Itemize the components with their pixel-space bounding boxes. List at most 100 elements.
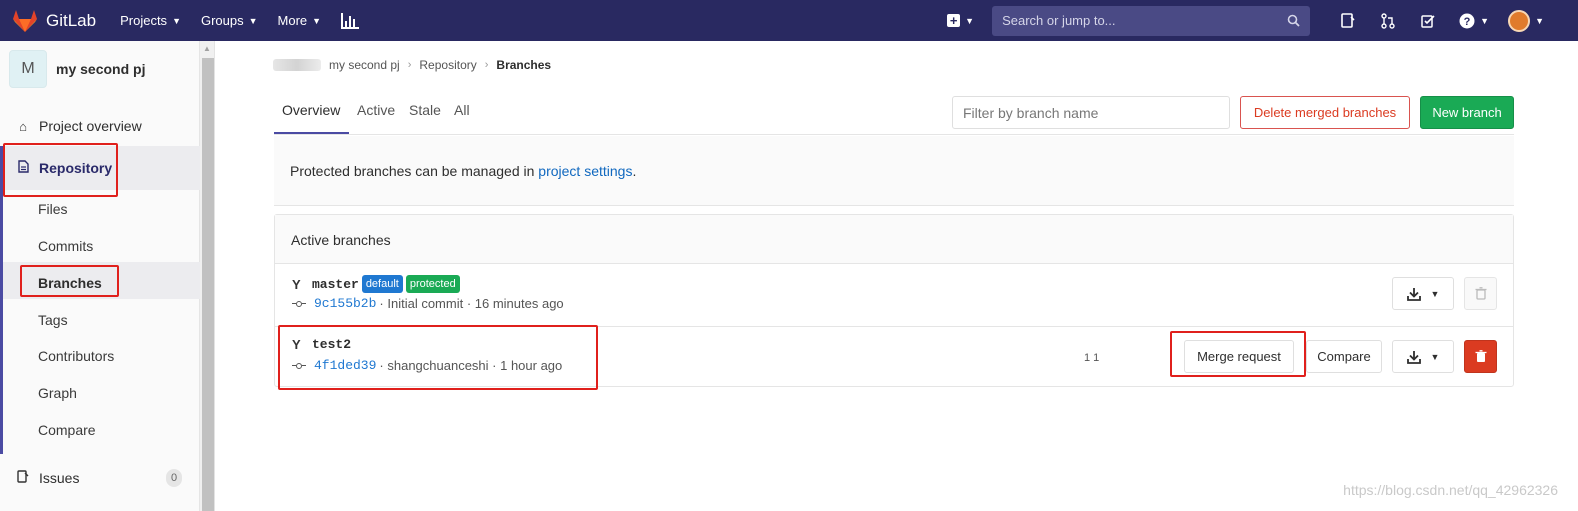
commit-message: · Initial commit · 16 minutes ago [379, 296, 564, 311]
active-section-indicator [0, 146, 3, 454]
sidebar-item-label: Repository [39, 160, 113, 176]
branch-fork-icon: Y [292, 337, 301, 352]
merge-requests-nav-button[interactable] [1379, 12, 1397, 30]
merge-request-button[interactable]: Merge request [1184, 340, 1294, 373]
project-header[interactable]: M my second pj [9, 50, 145, 88]
sidebar-subitem-tags[interactable]: Tags [38, 312, 68, 328]
download-dropdown-button[interactable]: ▼ [1392, 277, 1454, 310]
project-avatar: M [9, 50, 47, 88]
default-badge: default [361, 275, 403, 293]
issues-count-badge: 0 [166, 469, 182, 487]
sidebar-subitem-commits[interactable]: Commits [38, 238, 93, 254]
gitlab-logo[interactable]: GitLab [12, 9, 96, 33]
sidebar-subitem-compare[interactable]: Compare [38, 422, 96, 438]
nav-projects-label: Projects [120, 13, 168, 28]
commit-message: · shangchuanceshi · 1 hour ago [379, 358, 563, 373]
chevron-right-icon: › [484, 59, 489, 71]
branch-filter-input[interactable] [952, 96, 1230, 129]
panel-title: Active branches [291, 232, 391, 248]
branches-tabs-row: Overview Active Stale All Delete merged … [274, 88, 1514, 135]
sidebar-subitem-graph[interactable]: Graph [38, 385, 77, 401]
home-icon: ⌂ [19, 118, 27, 134]
tab-all[interactable]: All [454, 102, 470, 118]
branch-row-test2: Y test2 [292, 337, 351, 352]
chevron-down-icon: ▼ [248, 15, 258, 26]
blurred-namespace [273, 59, 321, 71]
sidebar-item-label: Project overview [39, 118, 142, 134]
brand-name: GitLab [46, 10, 97, 30]
trash-icon [1475, 350, 1486, 362]
divergence-counter: 1 1 [1084, 352, 1100, 364]
scroll-up-arrow-icon[interactable]: ▲ [203, 44, 211, 53]
nav-menu: Projects ▼ Groups ▼ More ▼ [120, 12, 379, 29]
svg-text:?: ? [1464, 16, 1471, 28]
chevron-down-icon: ▼ [172, 15, 181, 26]
breadcrumb-repository[interactable]: Repository [419, 58, 476, 72]
chart-icon [341, 12, 360, 29]
commit-info-test2: 4f1ded39 · shangchuanceshi · 1 hour ago [292, 358, 562, 373]
search-box [992, 5, 1311, 36]
user-avatar [1508, 9, 1531, 32]
notice-suffix: . [632, 163, 637, 179]
new-branch-button[interactable]: New branch [1420, 96, 1514, 129]
issues-icon [15, 470, 31, 486]
commit-sha-link[interactable]: 4f1ded39 [314, 358, 376, 373]
delete-branch-button-disabled[interactable] [1464, 277, 1497, 310]
branch-name-link[interactable]: master [312, 277, 359, 292]
todo-check-icon [1421, 14, 1435, 28]
search-input[interactable] [1002, 13, 1263, 28]
tab-overview[interactable]: Overview [282, 102, 340, 118]
sidebar: M my second pj ⌂ Project overview Reposi… [0, 41, 200, 511]
nav-more[interactable]: More ▼ [278, 13, 322, 28]
branch-name-link[interactable]: test2 [312, 337, 351, 352]
download-icon [1406, 350, 1421, 364]
chevron-down-icon: ▼ [965, 15, 975, 26]
breadcrumb-project[interactable]: my second pj [329, 58, 400, 72]
tab-active[interactable]: Active [357, 102, 395, 118]
chevron-down-icon: ▼ [1480, 15, 1490, 26]
document-icon [15, 160, 31, 176]
help-dropdown[interactable]: ? ▼ [1459, 12, 1489, 30]
compare-button[interactable]: Compare [1306, 340, 1382, 373]
delete-branch-button[interactable] [1464, 340, 1497, 373]
user-menu[interactable]: ▼ [1508, 9, 1544, 32]
nav-projects[interactable]: Projects ▼ [120, 13, 181, 28]
commit-icon [292, 362, 310, 369]
activity-chart-button[interactable] [341, 12, 360, 29]
panel-header: Active branches [275, 215, 1513, 264]
sidebar-subitem-contributors[interactable]: Contributors [38, 348, 114, 364]
project-name: my second pj [56, 61, 146, 77]
chevron-down-icon: ▼ [312, 15, 322, 26]
nav-more-label: More [277, 13, 308, 28]
nav-groups-label: Groups [200, 13, 244, 28]
watermark-text: https://blog.csdn.net/qq_42962326 [1343, 482, 1558, 498]
new-dropdown-button[interactable]: + ▼ [947, 14, 974, 27]
issues-icon [1341, 13, 1355, 28]
commit-info-master: 9c155b2b · Initial commit · 16 minutes a… [292, 296, 564, 311]
chevron-down-icon: ▼ [1430, 288, 1440, 299]
issues-nav-button[interactable] [1339, 12, 1357, 30]
nav-right: + ▼ ? ▼ ▼ [947, 0, 1578, 41]
sidebar-item-repository[interactable]: Repository [0, 146, 200, 190]
todos-nav-button[interactable] [1419, 12, 1437, 30]
top-navbar: GitLab Projects ▼ Groups ▼ More ▼ + ▼ ? ▼ [0, 0, 1578, 41]
breadcrumb: my second pj › Repository › Branches [273, 58, 551, 72]
sidebar-scrollbar-thumb[interactable] [202, 58, 214, 511]
sidebar-item-issues[interactable]: Issues 0 [0, 463, 200, 493]
sidebar-item-label: Issues [39, 470, 80, 486]
sidebar-subitem-files[interactable]: Files [38, 201, 68, 217]
protected-badge: protected [405, 275, 460, 293]
download-dropdown-button[interactable]: ▼ [1392, 340, 1454, 373]
nav-groups[interactable]: Groups ▼ [201, 13, 258, 28]
sidebar-subitem-branches[interactable]: Branches [38, 275, 102, 291]
project-settings-link[interactable]: project settings [538, 163, 632, 179]
protected-branches-notice: Protected branches can be managed in pro… [274, 136, 1514, 206]
breadcrumb-branches[interactable]: Branches [496, 58, 551, 72]
tab-stale[interactable]: Stale [409, 102, 441, 118]
commit-sha-link[interactable]: 9c155b2b [314, 296, 376, 311]
sidebar-item-project-overview[interactable]: ⌂ Project overview [0, 111, 200, 141]
delete-merged-branches-button[interactable]: Delete merged branches [1240, 96, 1410, 129]
search-icon [1287, 14, 1300, 27]
chevron-down-icon: ▼ [1430, 351, 1440, 362]
help-icon: ? [1459, 13, 1475, 28]
